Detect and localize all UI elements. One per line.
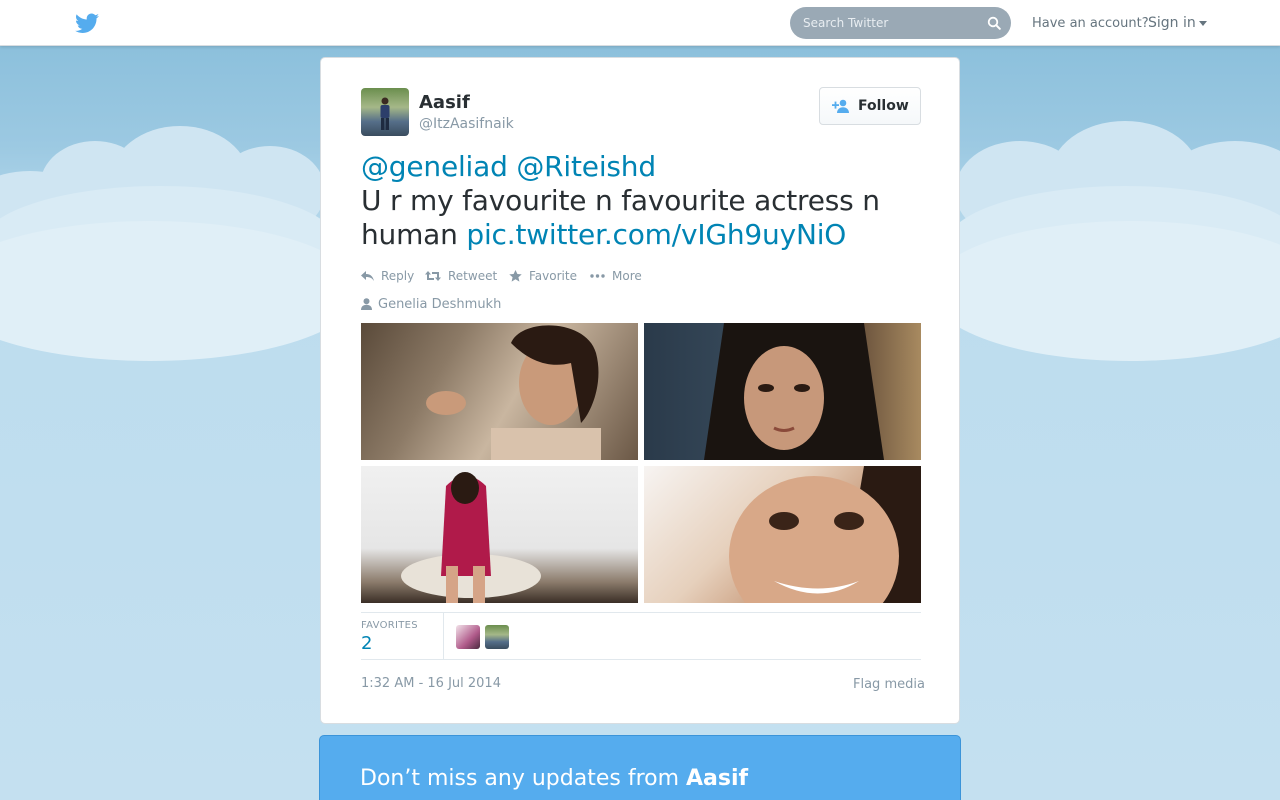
- top-bar: Have an account? Sign in: [0, 0, 1280, 46]
- favorite-label: Favorite: [529, 269, 577, 283]
- tagged-user-name: Genelia Deshmukh: [378, 297, 502, 312]
- search-box: [790, 7, 1011, 39]
- favorites-stats: FAVORITES 2: [361, 612, 921, 660]
- tweet-card: Aasif @ItzAasifnaik Follow @geneliad @Ri…: [320, 57, 960, 724]
- signup-banner: Don’t miss any updates from Aasif: [319, 735, 961, 800]
- user-icon: [361, 298, 372, 310]
- retweet-action[interactable]: Retweet: [425, 269, 497, 285]
- photo-content: [729, 466, 921, 603]
- tweet-photo[interactable]: [644, 466, 921, 603]
- favorites-count[interactable]: 2: [361, 633, 372, 654]
- more-label: More: [612, 269, 642, 283]
- more-action[interactable]: More: [590, 269, 646, 285]
- photo-content: [401, 472, 541, 603]
- search-icon[interactable]: [987, 16, 1001, 30]
- tweet-photo[interactable]: [361, 466, 638, 603]
- banner-name: Aasif: [686, 766, 749, 791]
- reply-action[interactable]: Reply: [361, 269, 416, 285]
- stats-divider: [443, 613, 444, 660]
- favoriter-avatar[interactable]: [456, 625, 480, 649]
- author-avatar[interactable]: [361, 88, 409, 136]
- author-name[interactable]: Aasif: [419, 92, 470, 113]
- photo-content: [704, 323, 884, 460]
- twitter-bird-icon[interactable]: [75, 13, 99, 34]
- have-account-text: Have an account?: [1032, 16, 1149, 31]
- retweet-icon: [425, 271, 441, 281]
- tweet-photo[interactable]: [361, 323, 638, 460]
- follow-button[interactable]: Follow: [819, 87, 921, 125]
- author-handle[interactable]: @ItzAasifnaik: [419, 116, 514, 132]
- tweet-photo[interactable]: [644, 323, 921, 460]
- reply-icon: [361, 271, 374, 281]
- reply-label: Reply: [381, 269, 415, 283]
- sign-in-link[interactable]: Sign in: [1148, 15, 1207, 31]
- tweet-text: @geneliad @Riteishd U r my favourite n f…: [361, 150, 921, 252]
- banner-prefix: Don’t miss any updates from: [360, 766, 687, 791]
- flag-media-link[interactable]: Flag media: [853, 677, 925, 692]
- search-input[interactable]: [790, 7, 980, 39]
- favorites-label: FAVORITES: [361, 620, 418, 631]
- mention-link[interactable]: @Riteishd: [516, 150, 656, 183]
- mention-link[interactable]: @geneliad: [361, 150, 508, 183]
- pic-link[interactable]: pic.twitter.com/vIGh9uyNiO: [466, 218, 846, 251]
- more-dots-icon: [590, 274, 605, 278]
- follow-label: Follow: [858, 98, 909, 114]
- tweet-timestamp[interactable]: 1:32 AM - 16 Jul 2014: [361, 676, 501, 691]
- add-user-icon: [832, 99, 849, 113]
- caret-down-icon: [1198, 20, 1207, 26]
- favoriter-avatar[interactable]: [485, 625, 509, 649]
- sign-in-label: Sign in: [1148, 15, 1196, 31]
- photo-content: [426, 325, 601, 460]
- star-icon: [509, 270, 522, 282]
- banner-text: Don’t miss any updates from Aasif: [360, 766, 748, 791]
- person-silhouette: [380, 97, 390, 130]
- retweet-label: Retweet: [448, 269, 498, 283]
- favorite-action[interactable]: Favorite: [509, 269, 577, 285]
